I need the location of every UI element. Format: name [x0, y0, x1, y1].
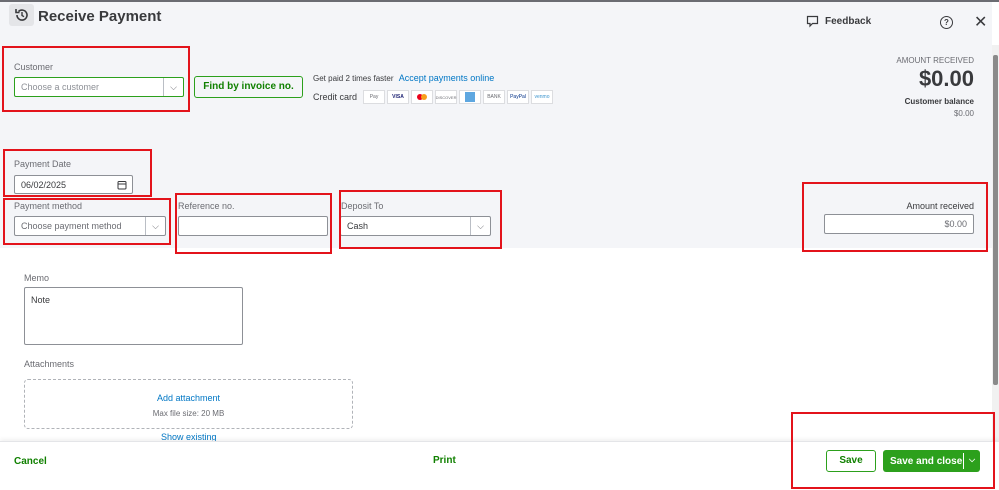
help-icon[interactable]: ?	[940, 16, 953, 29]
amount-received-total: $0.00	[918, 66, 974, 91]
annotation-box	[175, 193, 332, 254]
print-button[interactable]: Print	[433, 455, 456, 466]
bank-icon: BANK	[483, 90, 506, 104]
annotation-box	[791, 412, 995, 489]
annotation-box	[802, 182, 988, 252]
credit-card-label: Credit card	[313, 92, 358, 102]
memo-textarea[interactable]: Note	[24, 287, 243, 345]
scrollbar-thumb[interactable]	[993, 55, 998, 385]
amount-received-summary: AMOUNT RECEIVED $0.00 Customer balance $…	[896, 56, 974, 118]
visa-icon: VISA	[387, 90, 410, 104]
max-file-size: Max file size: 20 MB	[152, 409, 225, 418]
attachment-dropzone[interactable]: Add attachment Max file size: 20 MB	[24, 379, 353, 429]
memo-label: Memo	[24, 273, 50, 283]
customer-balance-value: $0.00	[953, 109, 974, 118]
feedback-button[interactable]: Feedback	[806, 15, 871, 28]
annotation-box	[2, 46, 190, 112]
annotation-box	[3, 198, 171, 245]
discover-icon: DISCOVER	[435, 90, 458, 104]
find-by-invoice-button[interactable]: Find by invoice no.	[194, 76, 303, 98]
history-button[interactable]	[9, 4, 34, 26]
annotation-box	[339, 190, 502, 249]
cancel-button[interactable]: Cancel	[14, 456, 47, 467]
credit-card-row: Credit card Pay VISA DISCOVER BANK PayPa…	[313, 90, 555, 104]
close-icon[interactable]: ✕	[974, 12, 987, 32]
amex-icon	[459, 90, 482, 104]
paypal-icon: PayPal	[507, 90, 530, 104]
mastercard-icon	[411, 90, 434, 104]
venmo-icon: venmo	[531, 90, 554, 104]
accept-payments-link[interactable]: Accept payments online	[399, 73, 495, 83]
history-icon	[14, 9, 28, 21]
memo-value: Note	[31, 295, 51, 305]
annotation-box	[3, 149, 152, 197]
add-attachment-link[interactable]: Add attachment	[25, 393, 352, 403]
amount-received-heading: AMOUNT RECEIVED	[896, 56, 974, 65]
customer-balance-label: Customer balance	[904, 97, 974, 106]
feedback-label: Feedback	[825, 16, 872, 27]
scrollbar[interactable]	[992, 45, 999, 442]
page-title: Receive Payment	[38, 8, 162, 25]
attachments-label: Attachments	[24, 359, 75, 369]
apple-pay-icon: Pay	[363, 90, 386, 104]
promo-text: Get paid 2 times faster	[313, 74, 394, 83]
chat-bubble-icon	[806, 15, 819, 28]
promo: Get paid 2 times faster Accept payments …	[313, 73, 494, 83]
